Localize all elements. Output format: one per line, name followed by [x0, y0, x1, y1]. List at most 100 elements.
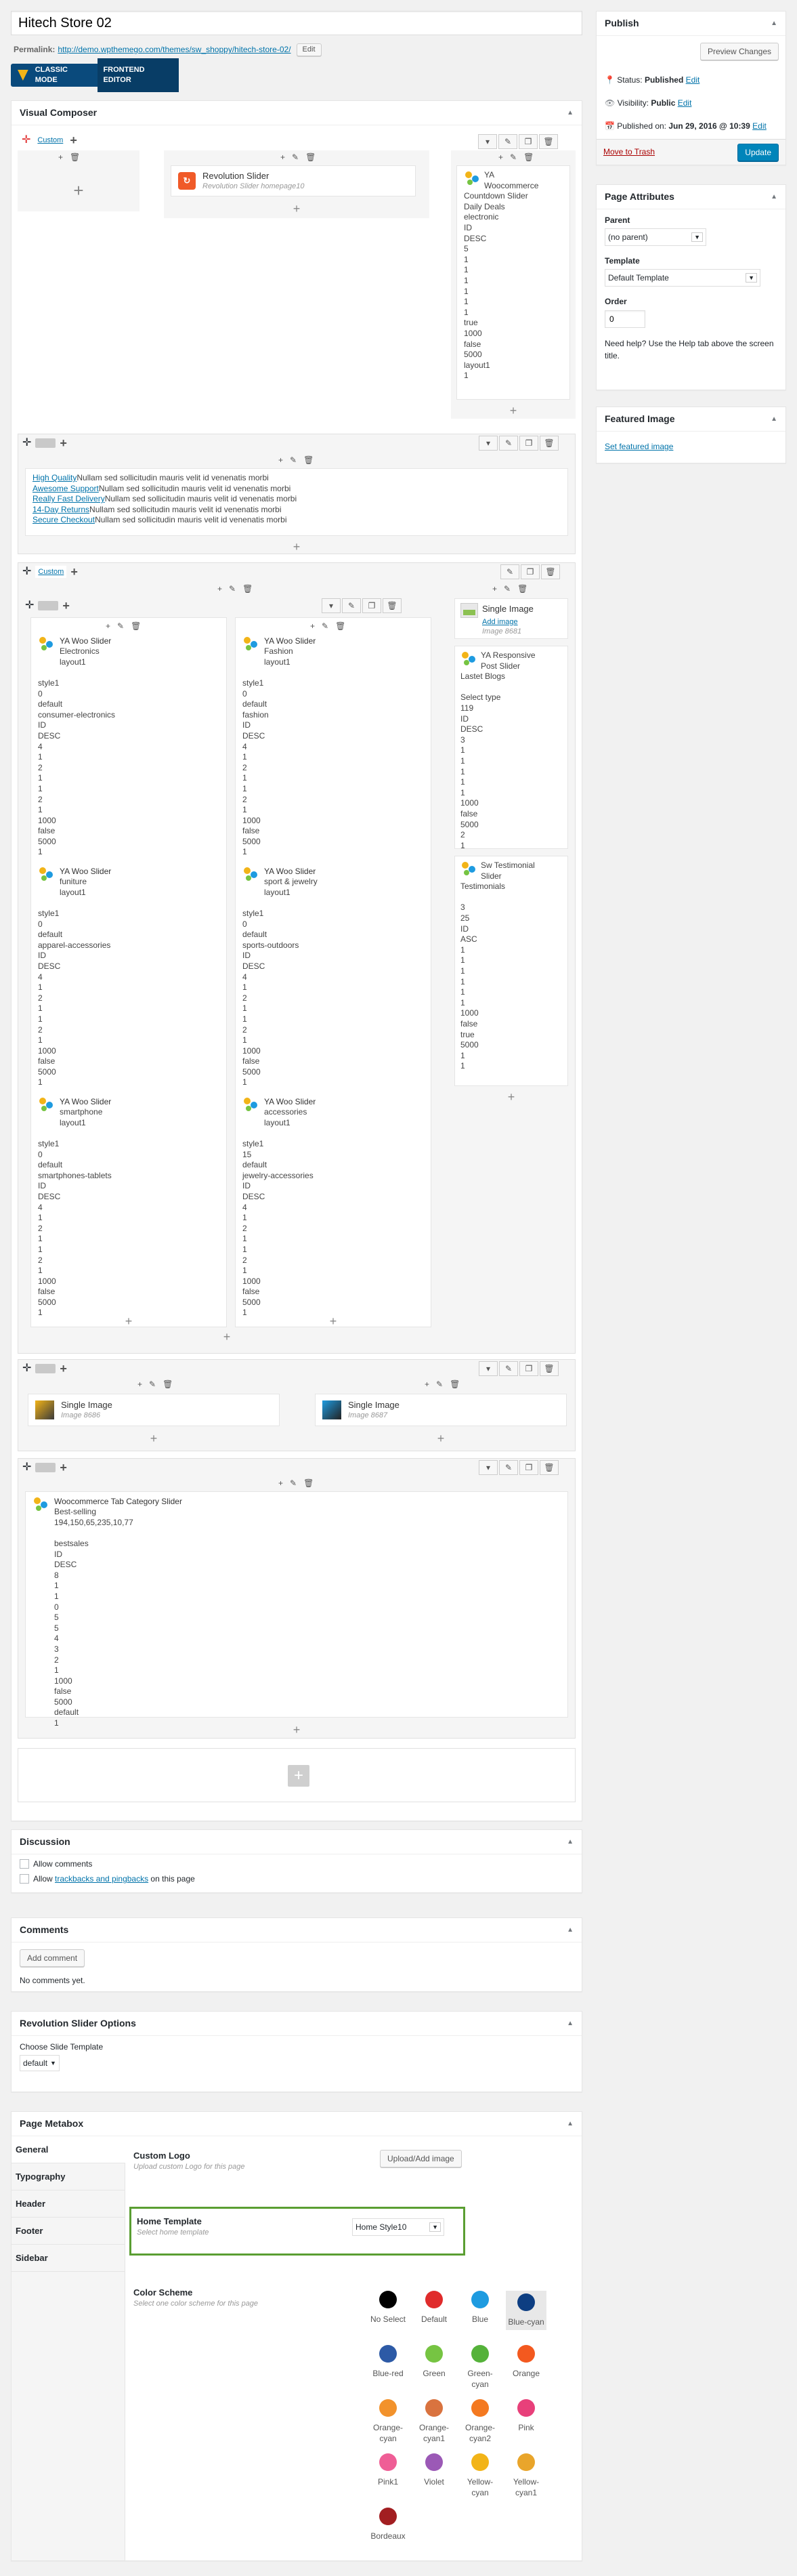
delete-icon[interactable]: 🗑 [540, 1361, 559, 1376]
delete-icon[interactable]: 🗑 [383, 598, 402, 613]
layout-icon[interactable] [35, 1463, 56, 1472]
edit-icon[interactable]: ✎ [498, 134, 517, 149]
collapse-icon[interactable]: ▲ [567, 1837, 574, 1847]
move-row-icon[interactable]: ✛ [22, 564, 31, 579]
collapse-icon[interactable]: ▲ [567, 108, 574, 118]
slide-template-select[interactable]: default ▼ [20, 2055, 60, 2072]
add-element-icon[interactable]: + [31, 1313, 226, 1329]
add-column-icon[interactable]: + [60, 1461, 67, 1474]
add-row-button[interactable]: + [288, 1765, 309, 1787]
responsive-post-slider-element[interactable]: YA Responsive Post Slider Lastet Blogs Sele… [454, 646, 568, 850]
edit-icon[interactable]: ✎ [499, 436, 518, 451]
tab-sidebar[interactable]: Sidebar [12, 2245, 125, 2272]
delete-icon[interactable]: 🗑 [540, 436, 559, 451]
add-element-icon[interactable]: + [18, 1722, 575, 1738]
preview-changes-button[interactable]: Preview Changes [699, 43, 779, 61]
add-column-icon[interactable]: + [62, 600, 70, 612]
pingbacks-link[interactable]: trackbacks and pingbacks [55, 1874, 148, 1884]
post-title-input[interactable] [11, 11, 582, 35]
color-scheme-option[interactable]: Orange-cyan2 [460, 2399, 500, 2445]
delete-icon[interactable]: 🗑 [335, 621, 345, 631]
woo-slider-element[interactable]: + ✎ 🗑 YA Woo Slider Electronics layout1 style1… [31, 621, 226, 856]
color-scheme-option[interactable]: Yellow-cyan1 [506, 2453, 546, 2499]
add-element-icon[interactable]: + [164, 201, 429, 217]
edit-icon[interactable]: ✎ [504, 583, 511, 594]
add-element-icon[interactable]: + [498, 152, 503, 163]
frontend-editor-button[interactable]: FRONTEND EDITOR [98, 58, 179, 92]
color-scheme-option[interactable]: Violet [414, 2453, 454, 2487]
row-1-custom-tab[interactable]: Custom [35, 133, 66, 147]
add-element-icon[interactable]: + [21, 1430, 286, 1447]
feature-link[interactable]: Awesome Support [33, 484, 99, 493]
edit-icon[interactable]: ✎ [149, 1379, 156, 1390]
tab-typography[interactable]: Typography [12, 2163, 125, 2190]
delete-icon[interactable]: 🗑 [163, 1379, 173, 1390]
edit-icon[interactable]: ✎ [342, 598, 361, 613]
delete-icon[interactable]: 🗑 [523, 152, 534, 163]
collapse-icon[interactable]: ▲ [567, 2119, 574, 2129]
add-element-icon[interactable]: + [278, 455, 283, 465]
tab-general[interactable]: General [12, 2136, 125, 2163]
visibility-edit-link[interactable]: Edit [678, 98, 692, 108]
delete-icon[interactable]: 🗑 [541, 564, 560, 579]
color-scheme-option[interactable]: Green [414, 2345, 454, 2379]
drag-icon[interactable]: ▾ [479, 1460, 498, 1475]
add-column-icon[interactable]: + [60, 437, 67, 449]
layout-icon[interactable] [35, 438, 56, 448]
color-scheme-option[interactable]: Pink1 [368, 2453, 408, 2487]
color-scheme-option[interactable]: Yellow-cyan [460, 2453, 500, 2499]
testimonial-slider-element[interactable]: Sw Testimonial Slider Testimonials 3 25 ID ASC… [454, 856, 568, 1086]
color-scheme-option[interactable]: Blue-red [368, 2345, 408, 2379]
clone-icon[interactable]: ❐ [519, 134, 538, 149]
countdown-slider-element[interactable]: YA Woocommerce Countdown Slider Daily Deals… [456, 165, 570, 400]
allow-comments-checkbox[interactable] [20, 1859, 29, 1869]
color-scheme-option[interactable]: No Select [368, 2291, 408, 2325]
clone-icon[interactable]: ❐ [521, 564, 540, 579]
delete-icon[interactable]: 🗑 [540, 1460, 559, 1475]
clone-icon[interactable]: ❐ [519, 1460, 538, 1475]
add-element-icon[interactable]: + [425, 1379, 429, 1390]
edit-icon[interactable]: ✎ [290, 455, 297, 465]
collapse-icon[interactable]: ▲ [771, 415, 777, 424]
edit-icon[interactable]: ✎ [499, 1460, 518, 1475]
tab-category-slider-element[interactable]: Woocommerce Tab Category Slider Best-sel… [25, 1491, 568, 1728]
layout-icon[interactable] [35, 1364, 56, 1373]
color-scheme-option[interactable]: Orange-cyan [368, 2399, 408, 2445]
order-input[interactable] [605, 310, 645, 328]
edit-icon[interactable]: ✎ [500, 564, 519, 579]
template-select[interactable]: Default Template ▼ [605, 269, 760, 287]
tab-header[interactable]: Header [12, 2190, 125, 2218]
feature-link[interactable]: Secure Checkout [33, 515, 95, 524]
add-element-icon[interactable]: + [310, 621, 315, 631]
color-scheme-option[interactable]: Blue [460, 2291, 500, 2325]
edit-icon[interactable]: ✎ [436, 1379, 443, 1390]
add-column-icon[interactable]: + [60, 1363, 67, 1375]
drag-icon[interactable]: ▾ [322, 598, 341, 613]
drag-icon[interactable]: ▾ [478, 134, 497, 149]
delete-icon[interactable]: 🗑 [517, 583, 527, 594]
set-featured-image-link[interactable]: Set featured image [605, 441, 673, 452]
woo-slider-element[interactable]: YA Woo Slider smartphone layout1 style1 0 def… [31, 1092, 226, 1317]
tab-footer[interactable]: Footer [12, 2218, 125, 2245]
color-scheme-option[interactable]: Orange-cyan1 [414, 2399, 454, 2445]
edit-icon[interactable]: ✎ [229, 583, 236, 594]
revolution-slider-element[interactable]: ↻ Revolution Slider Revolution Slider hom… [171, 165, 416, 196]
layout-icon[interactable] [38, 601, 59, 610]
color-scheme-option[interactable]: Bordeaux [368, 2508, 408, 2541]
feature-link[interactable]: Really Fast Delivery [33, 494, 105, 503]
drag-icon[interactable]: ▾ [479, 1361, 498, 1376]
add-element-icon[interactable]: + [280, 152, 285, 163]
move-row-icon[interactable]: ✛ [22, 1460, 31, 1475]
woo-slider-element[interactable]: YA Woo Slider sport & jewelry layout1 style… [236, 862, 431, 1087]
permalink-edit-button[interactable]: Edit [296, 43, 322, 56]
single-image-element[interactable]: Single Image Image 8686 [28, 1394, 280, 1426]
add-image-link[interactable]: Add image [482, 618, 518, 626]
collapse-icon[interactable]: ▲ [567, 2019, 574, 2029]
single-image-element[interactable]: Single Image Image 8687 [315, 1394, 567, 1426]
move-row-icon[interactable]: ✛ [22, 1361, 31, 1376]
text-block-element[interactable]: High QualityNullam sed sollicitudin maur… [25, 468, 568, 536]
collapse-icon[interactable]: ▲ [771, 19, 777, 28]
row-3-custom-tab[interactable]: Custom [35, 565, 67, 579]
delete-icon[interactable]: 🗑 [303, 1478, 314, 1489]
add-column-icon[interactable]: + [70, 566, 78, 578]
